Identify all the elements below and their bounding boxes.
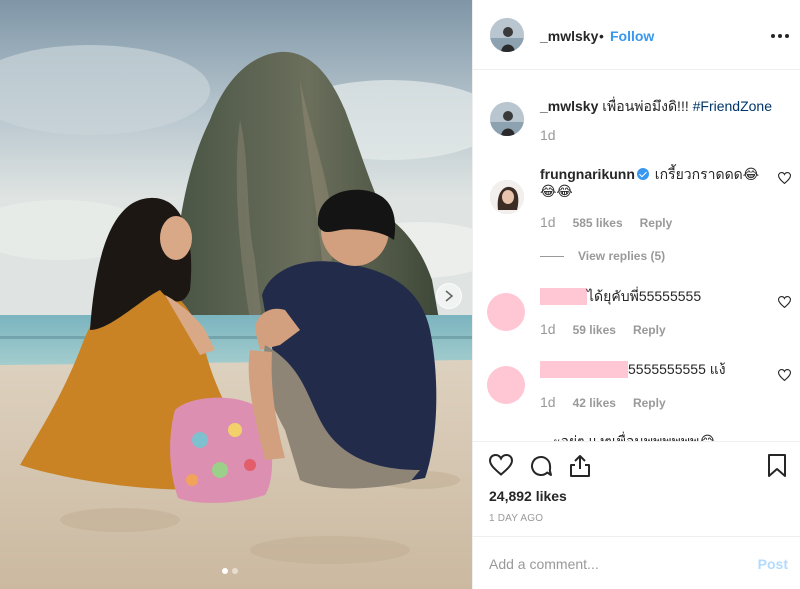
comment-username[interactable]: frungnarikunn xyxy=(540,166,635,182)
comment-body: ได้ยุคับพี่55555555 xyxy=(587,288,702,304)
post-actions: 24,892 likes 1 DAY AGO xyxy=(473,441,800,536)
post-header: _mwlsky • Follow xyxy=(473,0,800,70)
carousel-dot-active xyxy=(222,568,228,574)
view-replies-label: View replies (5) xyxy=(578,249,666,263)
post-comment-button[interactable]: Post xyxy=(758,556,788,572)
avatar-photo xyxy=(490,18,524,52)
add-comment-input[interactable]: Add a comment... xyxy=(489,556,599,572)
next-photo-button[interactable] xyxy=(436,283,462,309)
view-replies-button[interactable]: View replies (5) xyxy=(540,249,665,263)
comment-bubble-icon[interactable] xyxy=(529,454,553,478)
post-caption: _mwlsky เพื่อนพ่อมึงดิ!!! #FriendZone xyxy=(540,96,772,118)
carousel-indicator xyxy=(222,568,238,574)
comment-meta: 1d 42 likes Reply xyxy=(540,394,666,410)
caption-timestamp[interactable]: 1d xyxy=(540,127,556,143)
commenter-avatar-redacted[interactable] xyxy=(487,293,525,331)
carousel-dot xyxy=(232,568,238,574)
bookmark-icon[interactable] xyxy=(767,454,787,478)
comment-text: 5555555555 แง้ xyxy=(540,361,726,378)
comment-body-line2: 😂😂 xyxy=(540,183,573,199)
header-separator: • xyxy=(599,28,604,44)
verified-badge-icon xyxy=(636,168,649,180)
author-avatar[interactable] xyxy=(490,18,524,52)
caption-text: เพื่อนพ่อมึงดิ!!! xyxy=(602,98,689,114)
commenter-avatar[interactable] xyxy=(490,180,524,214)
comment-likes[interactable]: 42 likes xyxy=(573,396,616,410)
chevron-right-icon xyxy=(445,290,454,302)
like-comment-heart-icon[interactable] xyxy=(778,296,791,308)
comments-list[interactable]: _mwlsky เพื่อนพ่อมึงดิ!!! #FriendZone 1d… xyxy=(473,71,800,441)
add-comment-bar: Add a comment... Post xyxy=(473,536,800,589)
comment-meta: 1d 59 likes Reply xyxy=(540,321,666,337)
comment-likes[interactable]: 585 likes xyxy=(573,216,623,230)
caption-username[interactable]: _mwlsky xyxy=(540,98,598,114)
comment-text-partial: ะอยู่ๆ แงๆเพื่อนพพพพพพ😂 xyxy=(553,433,716,441)
post-side-panel: _mwlsky • Follow _mwlsky เพื่อนพ่อมึงดิ!… xyxy=(472,0,800,589)
beach-photo-illustration xyxy=(0,0,472,589)
author-username[interactable]: _mwlsky xyxy=(540,28,598,44)
comment-text: ได้ยุคับพี่55555555 xyxy=(540,288,701,305)
avatar-photo xyxy=(490,180,524,214)
like-comment-heart-icon[interactable] xyxy=(778,172,791,184)
caption-avatar[interactable] xyxy=(490,102,524,136)
post-like-count[interactable]: 24,892 likes xyxy=(489,488,567,504)
caption-hashtag[interactable]: #FriendZone xyxy=(693,98,772,114)
post-date[interactable]: 1 DAY AGO xyxy=(489,513,543,524)
follow-button[interactable]: Follow xyxy=(610,28,654,44)
comment-meta: 1d 585 likes Reply xyxy=(540,214,672,230)
avatar-photo xyxy=(490,102,524,136)
comment-body-line1: เกรี้ยวกราดดด😂 xyxy=(654,166,760,182)
more-options-icon[interactable] xyxy=(771,34,789,38)
reply-button[interactable]: Reply xyxy=(633,323,666,337)
redacted-username xyxy=(540,288,587,305)
comment-timestamp[interactable]: 1d xyxy=(540,321,556,337)
like-comment-heart-icon[interactable] xyxy=(778,369,791,381)
like-heart-icon[interactable] xyxy=(489,454,513,476)
comment-timestamp[interactable]: 1d xyxy=(540,394,556,410)
comment-text: frungnarikunn เกรี้ยวกราดดด😂 😂😂 xyxy=(540,166,759,200)
redacted-username xyxy=(540,361,628,378)
reply-button[interactable]: Reply xyxy=(640,216,673,230)
comment-likes[interactable]: 59 likes xyxy=(573,323,616,337)
post-photo[interactable] xyxy=(0,0,472,589)
share-icon[interactable] xyxy=(569,454,591,478)
comment-timestamp[interactable]: 1d xyxy=(540,214,556,230)
reply-button[interactable]: Reply xyxy=(633,396,666,410)
commenter-avatar-redacted[interactable] xyxy=(487,366,525,404)
comment-body: 5555555555 แง้ xyxy=(628,361,726,377)
